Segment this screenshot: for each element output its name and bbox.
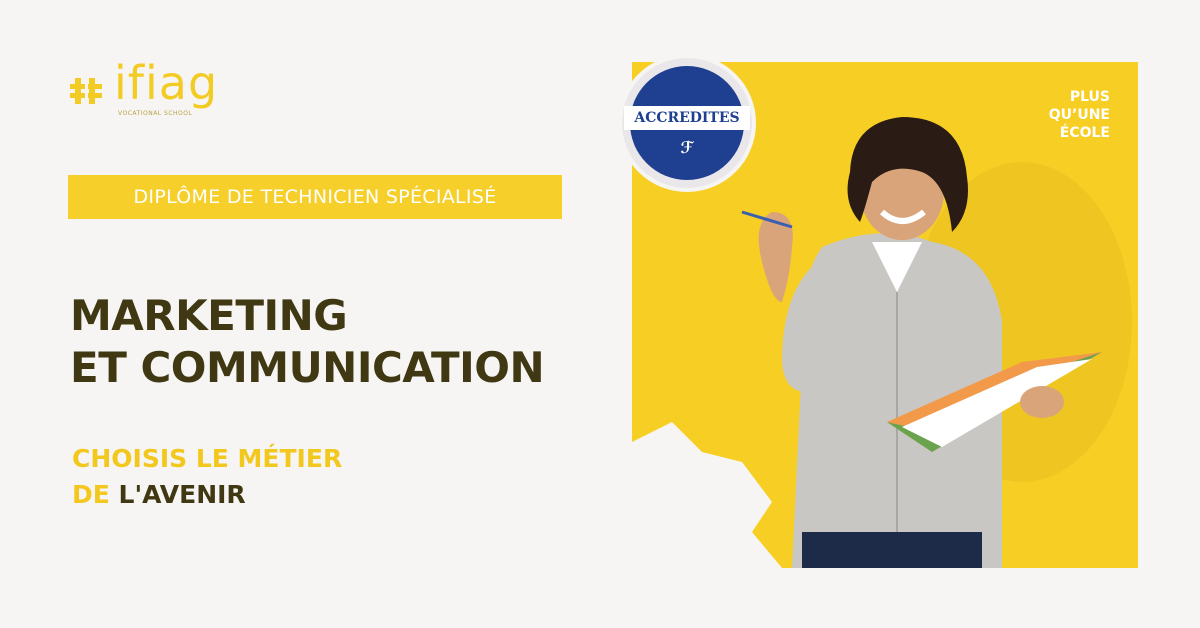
slogan: CHOISIS LE MÉTIER DE L'AVENIR [72,441,342,513]
accreditation-badge: ACCREDITES ℱ [622,58,752,188]
badge-main-label: ACCREDITES [624,106,750,130]
fp-monogram-icon: ℱ [680,138,694,157]
brand-subtitle: VOCATIONAL SCHOOL [118,110,193,117]
slogan-line-2-rest: L'AVENIR [109,480,246,509]
badge-seal: ACCREDITES ℱ [624,66,750,180]
diploma-label: DIPLÔME DE TECHNICIEN SPÉCIALISÉ [68,175,562,219]
brand-logo: ifiag VOCATIONAL SCHOOL [70,56,240,124]
tagline: PLUS QU’UNE ÉCOLE [1030,88,1110,142]
slogan-line-2: DE L'AVENIR [72,477,342,513]
title-line-2: ET COMMUNICATION [70,343,545,392]
tagline-line-3: ÉCOLE [1059,125,1110,141]
tagline-line-2: QU’UNE [1048,107,1110,123]
brand-name: ifiag [114,56,219,110]
hashtag-logo-icon [70,78,102,104]
program-title: MARKETING ET COMMUNICATION [70,290,545,394]
slogan-line-1: CHOISIS LE MÉTIER [72,444,343,473]
tagline-line-1: PLUS [1069,89,1110,105]
slogan-line-2-prefix: DE [72,480,110,509]
title-line-1: MARKETING [70,291,348,340]
